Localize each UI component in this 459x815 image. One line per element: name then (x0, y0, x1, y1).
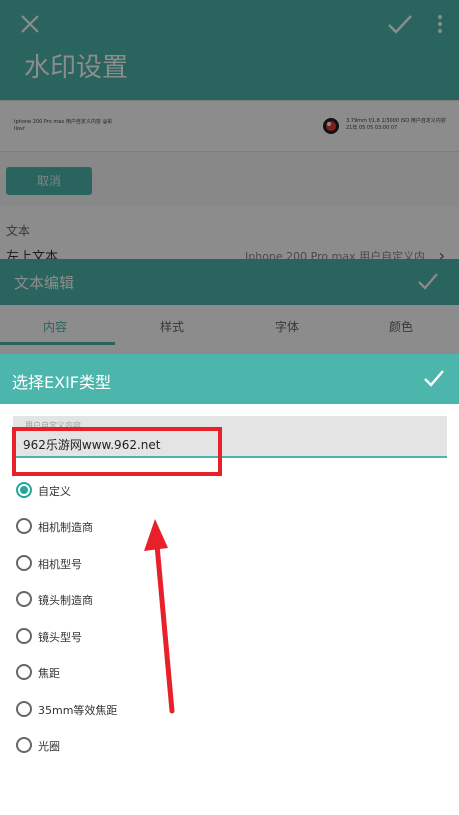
radio-unchecked[interactable] (16, 591, 32, 607)
annotation-arrow-icon (144, 519, 175, 714)
annotation-highlight-box (12, 427, 222, 476)
option-label: 焦距 (38, 667, 60, 680)
option-label: 35mm等效焦距 (38, 704, 118, 717)
radio-unchecked[interactable] (16, 628, 32, 644)
option-aperture[interactable]: 光圈 (16, 735, 216, 757)
check-icon[interactable] (423, 368, 445, 388)
option-label: 光圈 (38, 740, 60, 753)
option-label: 镜头型号 (38, 631, 82, 644)
option-camera-maker[interactable]: 相机制造商 (16, 516, 216, 538)
option-label: 相机制造商 (38, 521, 93, 534)
radio-unchecked[interactable] (16, 737, 32, 753)
option-label: 自定义 (38, 485, 71, 498)
option-focal-length[interactable]: 焦距 (16, 662, 216, 684)
radio-unchecked[interactable] (16, 664, 32, 680)
radio-checked[interactable] (16, 482, 32, 498)
dialog-bar: 选择EXIF类型 (0, 354, 459, 404)
option-lens-model[interactable]: 镜头型号 (16, 626, 216, 648)
scrim-edit (0, 259, 459, 354)
option-camera-model[interactable]: 相机型号 (16, 553, 216, 575)
option-custom[interactable]: 自定义 (16, 480, 216, 502)
option-label: 相机型号 (38, 558, 82, 571)
scrim-main (0, 0, 459, 260)
radio-unchecked[interactable] (16, 555, 32, 571)
option-35mm-focal-length[interactable]: 35mm等效焦距 (16, 699, 216, 721)
radio-unchecked[interactable] (16, 518, 32, 534)
option-lens-maker[interactable]: 镜头制造商 (16, 589, 216, 611)
option-label: 镜头制造商 (38, 594, 93, 607)
radio-unchecked[interactable] (16, 701, 32, 717)
dialog-title: 选择EXIF类型 (12, 373, 111, 392)
